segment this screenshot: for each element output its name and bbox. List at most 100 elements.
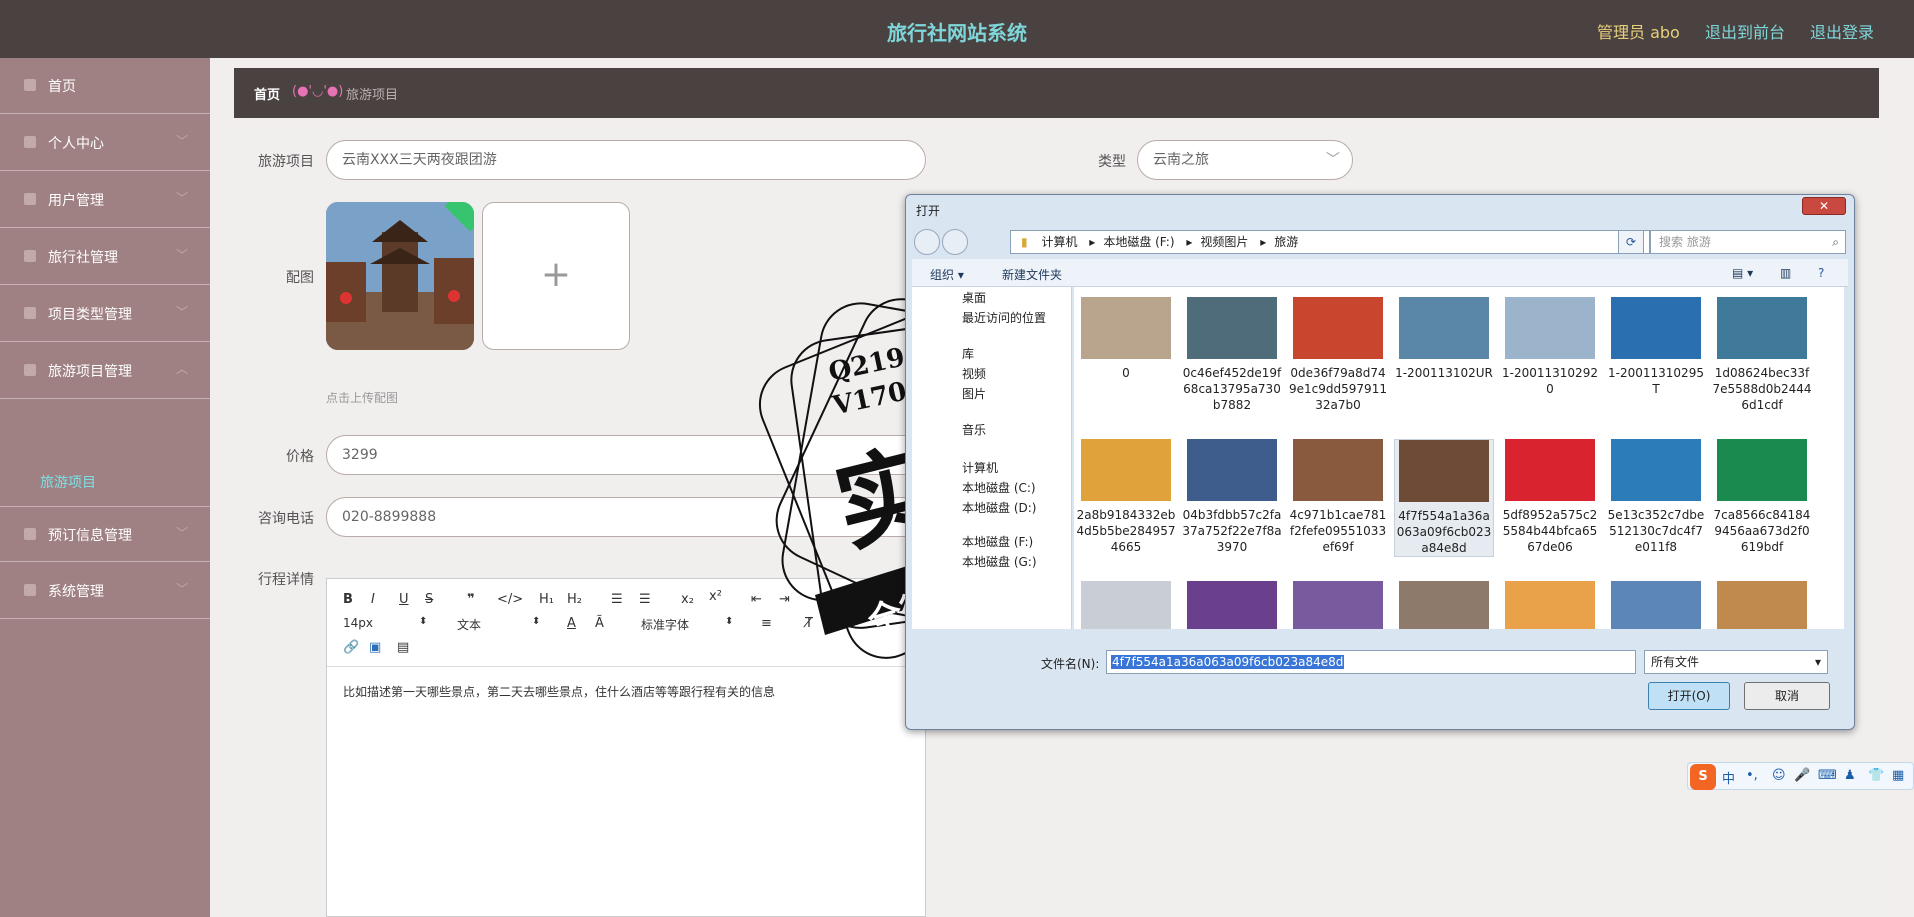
- file-item[interactable]: 04b3fdbb57c2fa37a752f22e7f8a3970: [1182, 439, 1282, 555]
- file-item[interactable]: 5e13c352c7dbe512130c7dc4f7e011f8: [1606, 439, 1706, 555]
- organize-button[interactable]: 组织 ▾: [930, 266, 964, 283]
- nav-item-library[interactable]: 库: [962, 345, 974, 362]
- file-item[interactable]: [1182, 581, 1282, 629]
- type-select[interactable]: 云南之旅 ﹀: [1137, 140, 1353, 180]
- address-bar[interactable]: ▮ 计算机 ▸ 本地磁盘 (F:) ▸ 视频图片 ▸ 旅游: [1010, 230, 1650, 254]
- path-segment[interactable]: 视频图片: [1200, 235, 1248, 249]
- file-name: 1-200113102UR: [1395, 366, 1493, 380]
- file-item[interactable]: 0: [1076, 297, 1176, 381]
- background-color-icon[interactable]: Ã: [595, 616, 604, 631]
- h1-button[interactable]: H₁: [539, 592, 554, 607]
- open-button[interactable]: 打开(O): [1648, 682, 1730, 710]
- superscript-button[interactable]: x²: [709, 589, 722, 604]
- sidebar-item-home[interactable]: 首页: [0, 58, 210, 114]
- bullet-list-icon[interactable]: ☰: [639, 592, 651, 607]
- skin-icon[interactable]: 👕: [1868, 768, 1884, 783]
- sidebar-item-agencies[interactable]: 旅行社管理 ﹀: [0, 229, 210, 285]
- file-item[interactable]: 4f7f554a1a36a063a09f6cb023a84e8d: [1394, 439, 1494, 557]
- file-item[interactable]: 1-20011310295T: [1606, 297, 1706, 397]
- nav-item-videos[interactable]: 视频: [962, 365, 986, 382]
- refresh-icon[interactable]: ⟳: [1618, 230, 1644, 254]
- sidebar-item-project-types[interactable]: 项目类型管理 ﹀: [0, 286, 210, 342]
- apps-icon[interactable]: ▦: [1892, 768, 1904, 783]
- path-segment[interactable]: 本地磁盘 (F:): [1103, 235, 1174, 249]
- nav-item-drive-g[interactable]: 本地磁盘 (G:): [962, 553, 1037, 570]
- dialog-close-button[interactable]: ✕: [1802, 197, 1846, 215]
- underline-button[interactable]: U: [399, 592, 409, 607]
- quote-icon[interactable]: ❞: [467, 592, 475, 607]
- ime-punct[interactable]: •,: [1746, 768, 1758, 783]
- nav-item-desktop[interactable]: 桌面: [962, 289, 986, 306]
- path-segment[interactable]: 旅游: [1274, 235, 1298, 249]
- file-item[interactable]: [1288, 581, 1388, 629]
- uploaded-image[interactable]: [326, 202, 474, 350]
- sidebar-item-system[interactable]: 系统管理 ﹀: [0, 563, 210, 619]
- ime-mode-zh[interactable]: 中: [1722, 768, 1735, 787]
- search-input[interactable]: 搜索 旅游 ⌕: [1650, 230, 1846, 254]
- sidebar-item-projects[interactable]: 旅游项目管理 ︿: [0, 343, 210, 399]
- sogou-logo-icon[interactable]: S: [1690, 764, 1716, 790]
- upload-button[interactable]: +: [482, 202, 630, 350]
- file-item[interactable]: [1500, 581, 1600, 629]
- view-icon[interactable]: ▤ ▾: [1732, 266, 1753, 280]
- nav-item-pictures[interactable]: 图片: [962, 385, 986, 402]
- image-icon[interactable]: ▣: [369, 640, 381, 655]
- link-icon[interactable]: 🔗: [343, 640, 359, 655]
- sidebar-subitem-projects[interactable]: 旅游项目: [40, 472, 96, 492]
- file-item[interactable]: 7ca8566c841849456aa673d2f0619bdf: [1712, 439, 1812, 555]
- subscript-button[interactable]: x₂: [681, 592, 694, 607]
- file-item[interactable]: 1d08624bec33f7e5588d0b24446d1cdf: [1712, 297, 1812, 413]
- file-item[interactable]: [1394, 581, 1494, 629]
- file-item[interactable]: 1-200113102920: [1500, 297, 1600, 397]
- cancel-button[interactable]: 取消: [1744, 682, 1830, 710]
- navigation-pane: 桌面 最近访问的位置 库 视频 图片 音乐 计算机 本地磁盘 (C:) 本地磁盘…: [912, 287, 1072, 629]
- nav-item-drive-c[interactable]: 本地磁盘 (C:): [962, 479, 1036, 496]
- file-item[interactable]: 1-200113102UR: [1394, 297, 1494, 381]
- file-item[interactable]: 0c46ef452de19f68ca13795a730b7882: [1182, 297, 1282, 413]
- nav-item-computer[interactable]: 计算机: [962, 459, 998, 476]
- path-segment[interactable]: 计算机: [1041, 235, 1077, 249]
- code-icon[interactable]: </>: [497, 592, 523, 607]
- video-icon[interactable]: ▤: [397, 640, 409, 655]
- logout-link[interactable]: 退出登录: [1810, 19, 1874, 43]
- strike-button[interactable]: S: [425, 592, 433, 607]
- sidebar-item-users[interactable]: 用户管理 ﹀: [0, 172, 210, 228]
- h2-button[interactable]: H₂: [567, 592, 582, 607]
- nav-item-drive-f[interactable]: 本地磁盘 (F:): [962, 533, 1033, 550]
- emoji-icon[interactable]: ☺: [1772, 768, 1786, 783]
- user-icon[interactable]: ♟: [1844, 768, 1856, 783]
- help-icon[interactable]: ?: [1818, 266, 1824, 280]
- file-item[interactable]: [1076, 581, 1176, 629]
- breadcrumb-home[interactable]: 首页: [254, 84, 280, 103]
- filename-input[interactable]: 4f7f554a1a36a063a09f6cb023a84e8d: [1106, 650, 1636, 674]
- file-item[interactable]: 0de36f79a8d749e1c9dd59791132a7b0: [1288, 297, 1388, 413]
- sidebar-item-bookings[interactable]: 预订信息管理 ﹀: [0, 506, 210, 562]
- font-family-select[interactable]: 标准字体: [641, 616, 689, 633]
- bold-button[interactable]: B: [343, 592, 353, 607]
- keyboard-icon[interactable]: ⌨: [1818, 768, 1837, 783]
- nav-item-recent[interactable]: 最近访问的位置: [962, 309, 1046, 326]
- new-folder-button[interactable]: 新建文件夹: [1002, 266, 1062, 283]
- font-color-icon[interactable]: A: [567, 616, 576, 631]
- file-item[interactable]: 4c971b1cae781f2fefe09551033ef69f: [1288, 439, 1388, 555]
- file-item[interactable]: 5df8952a575c25584b44bfca6567de06: [1500, 439, 1600, 555]
- nav-item-drive-d[interactable]: 本地磁盘 (D:): [962, 499, 1036, 516]
- italic-button[interactable]: I: [371, 592, 375, 607]
- forward-button[interactable]: [942, 229, 968, 255]
- nav-item-music[interactable]: 音乐: [962, 421, 986, 438]
- file-item[interactable]: [1606, 581, 1706, 629]
- back-button[interactable]: [914, 229, 940, 255]
- block-type-select[interactable]: 文本: [457, 616, 481, 633]
- file-item[interactable]: [1712, 581, 1812, 629]
- to-front-link[interactable]: 退出到前台: [1705, 19, 1785, 43]
- sidebar-item-profile[interactable]: 个人中心 ﹀: [0, 115, 210, 171]
- preview-pane-icon[interactable]: ▥: [1780, 266, 1791, 280]
- file-item[interactable]: 2a8b9184332eb4d5b5be2849574665: [1076, 439, 1176, 555]
- project-input[interactable]: 云南XXX三天两夜跟团游: [326, 140, 926, 180]
- filetype-select[interactable]: 所有文件 ▾: [1644, 650, 1828, 674]
- font-size-select[interactable]: 14px: [343, 616, 373, 630]
- mic-icon[interactable]: 🎤: [1794, 768, 1810, 783]
- editor-content[interactable]: 比如描述第一天哪些景点，第二天去哪些景点，住什么酒店等等跟行程有关的信息: [343, 683, 775, 700]
- ordered-list-icon[interactable]: ☰: [611, 592, 623, 607]
- detail-label: 行程详情: [258, 572, 314, 588]
